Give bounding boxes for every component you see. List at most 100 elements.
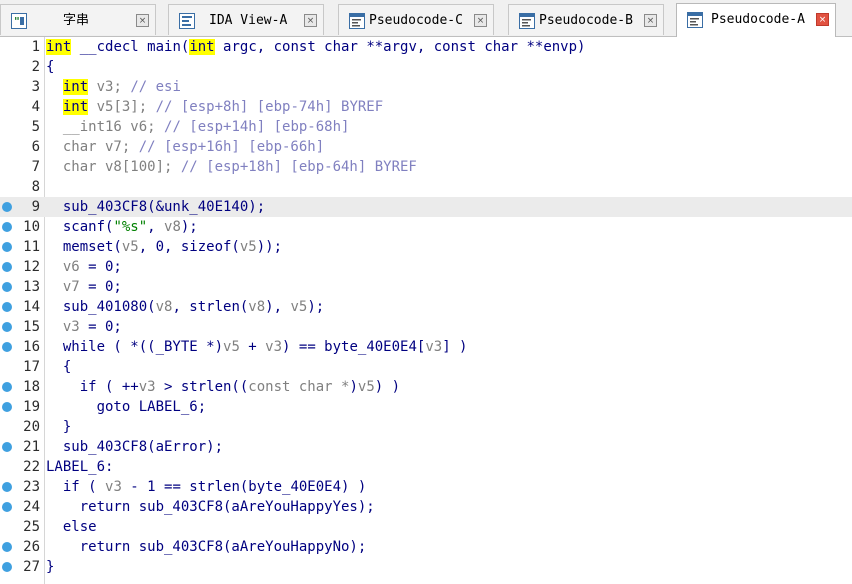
- code-token: return sub_403CF8(aAreYouHappyNo);: [46, 539, 367, 555]
- code-line[interactable]: 17 {: [0, 357, 852, 377]
- breakpoint-dot-icon[interactable]: [2, 322, 12, 332]
- code-token: }: [46, 419, 72, 435]
- line-number: 5: [31, 119, 40, 135]
- code-line[interactable]: 11 memset(v5, 0, sizeof(v5));: [0, 237, 852, 257]
- tab-pseudocode-b-close-button[interactable]: ×: [644, 14, 657, 27]
- tab-pseudocode-c[interactable]: Pseudocode-C ×: [338, 4, 494, 35]
- code-token: LABEL_6:: [46, 459, 114, 475]
- tab-pseudocode-a-close-button[interactable]: ×: [816, 13, 829, 26]
- code-token: argc, const char **argv, const char **en…: [214, 39, 586, 55]
- code-line[interactable]: 3 int v3; // esi: [0, 77, 852, 97]
- code-token: const char *: [248, 379, 350, 395]
- breakpoint-dot-icon[interactable]: [2, 202, 12, 212]
- line-number: 7: [31, 159, 40, 175]
- code-token: v3: [62, 319, 80, 335]
- breakpoint-dot-icon[interactable]: [2, 542, 12, 552]
- code-text: memset(v5, 0, sizeof(v5));: [46, 237, 282, 257]
- code-token: ): [349, 379, 358, 395]
- line-number: 3: [31, 79, 40, 95]
- breakpoint-dot-icon[interactable]: [2, 282, 12, 292]
- tab-ida-view-a[interactable]: IDA View-A ×: [168, 4, 324, 35]
- code-line[interactable]: 22 LABEL_6:: [0, 457, 852, 477]
- line-number: 20: [23, 419, 40, 435]
- code-token: __cdecl main(: [71, 39, 190, 55]
- code-text: return sub_403CF8(aAreYouHappyNo);: [46, 537, 367, 557]
- code-line[interactable]: 2{: [0, 57, 852, 77]
- code-text: sub_403CF8(aError);: [46, 437, 223, 457]
- code-line[interactable]: 21 sub_403CF8(aError);: [0, 437, 852, 457]
- code-token: return sub_403CF8(aAreYouHappyYes);: [46, 499, 375, 515]
- code-line[interactable]: 20 }: [0, 417, 852, 437]
- pseudocode-icon: [687, 12, 703, 28]
- tab-strings[interactable]: " 字串 ×: [0, 4, 156, 35]
- code-text: char v7; // [esp+16h] [ebp-66h]: [46, 137, 324, 157]
- tab-pseudocode-b[interactable]: Pseudocode-B ×: [508, 4, 664, 35]
- line-number: 11: [23, 239, 40, 255]
- breakpoint-dot-icon[interactable]: [2, 222, 12, 232]
- code-text: __int16 v6; // [esp+14h] [ebp-68h]: [46, 117, 350, 137]
- tab-strings-close-button[interactable]: ×: [136, 14, 149, 27]
- breakpoint-dot-icon[interactable]: [2, 502, 12, 512]
- breakpoint-dot-icon[interactable]: [2, 242, 12, 252]
- code-line[interactable]: 12 v6 = 0;: [0, 257, 852, 277]
- line-number: 19: [23, 399, 40, 415]
- code-token: v5: [239, 239, 257, 255]
- code-token: {: [46, 359, 72, 375]
- code-line[interactable]: 5 __int16 v6; // [esp+14h] [ebp-68h]: [0, 117, 852, 137]
- code-line[interactable]: 19 goto LABEL_6;: [0, 397, 852, 417]
- code-token: // esi: [130, 79, 181, 95]
- breakpoint-dot-icon[interactable]: [2, 442, 12, 452]
- line-number: 23: [23, 479, 40, 495]
- code-line[interactable]: 10 scanf("%s", v8);: [0, 217, 852, 237]
- tab-pseudocode-a[interactable]: Pseudocode-A ×: [676, 3, 836, 37]
- breakpoint-dot-icon[interactable]: [2, 262, 12, 272]
- code-token: int: [62, 79, 89, 95]
- code-token: v5: [290, 299, 308, 315]
- code-line[interactable]: 16 while ( *((_BYTE *)v5 + v3) == byte_4…: [0, 337, 852, 357]
- code-line[interactable]: 14 sub_401080(v8, strlen(v8), v5);: [0, 297, 852, 317]
- code-text: }: [46, 417, 71, 437]
- code-token: v3: [265, 339, 283, 355]
- code-token: v5: [121, 239, 139, 255]
- code-line[interactable]: 24 return sub_403CF8(aAreYouHappyYes);: [0, 497, 852, 517]
- code-token: v5: [357, 379, 375, 395]
- breakpoint-dot-icon[interactable]: [2, 382, 12, 392]
- tab-pseudocode-c-close-button[interactable]: ×: [474, 14, 487, 27]
- code-token: = 0;: [79, 319, 122, 335]
- code-line[interactable]: 7 char v8[100]; // [esp+18h] [ebp-64h] B…: [0, 157, 852, 177]
- breakpoint-dot-icon[interactable]: [2, 342, 12, 352]
- code-line[interactable]: 1 int __cdecl main(int argc, const char *…: [0, 37, 852, 57]
- pseudocode-editor[interactable]: 1 int __cdecl main(int argc, const char *…: [0, 37, 852, 584]
- breakpoint-dot-icon[interactable]: [2, 402, 12, 412]
- code-token: = 0;: [79, 259, 122, 275]
- code-text: int __cdecl main(int argc, const char **…: [46, 37, 585, 57]
- code-line[interactable]: 23 if ( v3 - 1 == strlen(byte_40E0E4) ): [0, 477, 852, 497]
- breakpoint-dot-icon[interactable]: [2, 302, 12, 312]
- code-line[interactable]: 27}: [0, 557, 852, 577]
- code-line[interactable]: 26 return sub_403CF8(aAreYouHappyNo);: [0, 537, 852, 557]
- code-line[interactable]: 6 char v7; // [esp+16h] [ebp-66h]: [0, 137, 852, 157]
- line-number: 1: [31, 39, 40, 55]
- code-token: v3: [105, 479, 122, 495]
- code-line[interactable]: 4 int v5[3]; // [esp+8h] [ebp-74h] BYREF: [0, 97, 852, 117]
- line-number: 26: [23, 539, 40, 555]
- code-line[interactable]: 15 v3 = 0;: [0, 317, 852, 337]
- tab-ida-view-a-close-button[interactable]: ×: [304, 14, 317, 27]
- code-token: char v7;: [46, 139, 139, 155]
- code-line[interactable]: 13 v7 = 0;: [0, 277, 852, 297]
- code-line[interactable]: 9 sub_403CF8(&unk_40E140);: [0, 197, 852, 217]
- code-token: __int16 v6;: [46, 119, 165, 135]
- code-line[interactable]: 25 else: [0, 517, 852, 537]
- breakpoint-dot-icon[interactable]: [2, 562, 12, 572]
- tab-bar: " 字串 × IDA View-A × Pseudocode-C × Pseud…: [0, 0, 852, 37]
- code-text: {: [46, 57, 54, 77]
- code-text: int v5[3]; // [esp+8h] [ebp-74h] BYREF: [46, 97, 383, 117]
- code-token: +: [239, 339, 266, 355]
- line-number: 22: [23, 459, 40, 475]
- code-line[interactable]: 18 if ( ++v3 > strlen((const char *)v5) …: [0, 377, 852, 397]
- breakpoint-dot-icon[interactable]: [2, 482, 12, 492]
- code-line[interactable]: 8: [0, 177, 852, 197]
- code-token: while ( *((_BYTE *): [46, 339, 224, 355]
